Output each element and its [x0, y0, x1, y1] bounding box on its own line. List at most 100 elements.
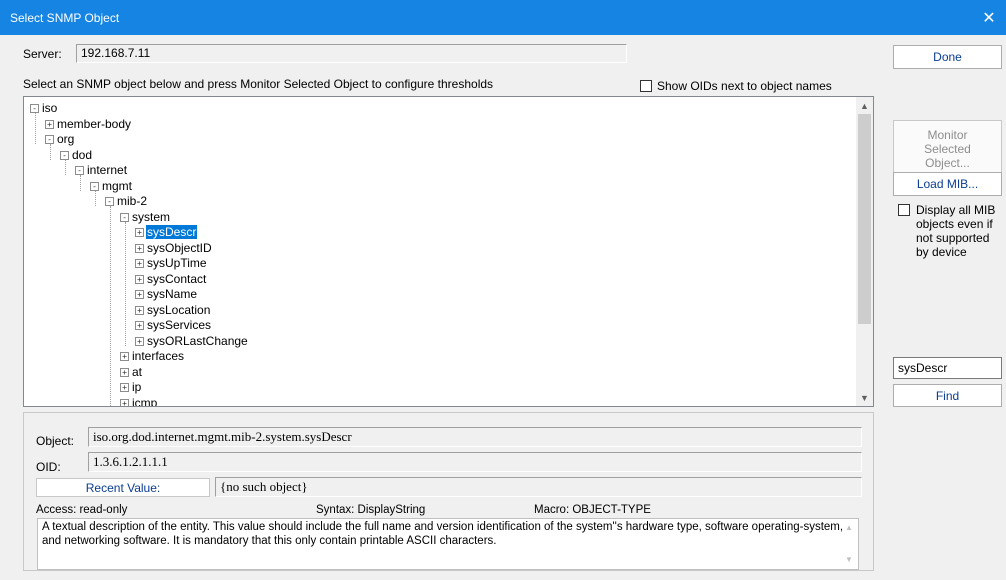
expand-icon[interactable]: +: [135, 321, 144, 330]
tree-node[interactable]: + sysObjectID: [135, 241, 213, 256]
tree-node[interactable]: + sysORLastChange: [135, 334, 249, 349]
tree-node-label: sysDescr: [146, 225, 198, 239]
expand-icon[interactable]: +: [135, 228, 144, 237]
recent-value-text: {no such object}: [220, 479, 308, 494]
expand-icon[interactable]: +: [120, 383, 129, 392]
tree-node-label: sysServices: [147, 318, 212, 332]
done-button[interactable]: Done: [893, 45, 1002, 69]
monitor-line-1: Monitor: [927, 128, 968, 142]
description-textbox[interactable]: A textual description of the entity. Thi…: [37, 518, 859, 570]
scroll-thumb[interactable]: [858, 114, 871, 324]
show-oids-checkbox[interactable]: [640, 80, 652, 92]
expand-icon[interactable]: +: [135, 290, 144, 299]
tree-node-label: sysName: [147, 287, 198, 301]
expand-icon[interactable]: +: [120, 398, 129, 406]
tree-node-label: sysUpTime: [147, 256, 207, 270]
tree-node[interactable]: + icmp: [120, 395, 158, 407]
collapse-icon[interactable]: -: [120, 212, 129, 222]
collapse-icon[interactable]: -: [45, 135, 54, 144]
tree-node-label: system: [132, 209, 171, 224]
collapse-icon[interactable]: -: [30, 104, 39, 113]
collapse-icon[interactable]: -: [105, 197, 114, 206]
expand-icon[interactable]: +: [45, 119, 54, 129]
tree-node[interactable]: - org: [45, 132, 75, 147]
object-details-panel: Object: iso.org.dod.internet.mgmt.mib-2.…: [23, 412, 874, 571]
tree-node-label: internet: [87, 163, 128, 177]
description-text: A textual description of the entity. Thi…: [42, 521, 844, 547]
tree-node[interactable]: - mib-2: [105, 194, 148, 209]
tree-node-label: sysLocation: [147, 302, 211, 317]
tree-node[interactable]: + sysName: [135, 287, 198, 302]
tree-node[interactable]: - dod: [60, 148, 93, 163]
tree-node-label: icmp: [132, 395, 158, 407]
monitor-selected-object-button[interactable]: Monitor Selected Object...: [893, 120, 1002, 178]
expand-icon[interactable]: +: [135, 259, 144, 268]
collapse-icon[interactable]: -: [90, 181, 99, 191]
oid-value: 1.3.6.1.2.1.1.1: [93, 454, 168, 469]
object-label: Object:: [36, 434, 75, 448]
find-button[interactable]: Find: [893, 384, 1002, 407]
tree-node-label: sysORLastChange: [147, 333, 248, 348]
recent-value-field: {no such object}: [215, 477, 862, 497]
display-all-label[interactable]: Display all MIB objects even if not supp…: [916, 203, 1004, 259]
tree-connector: [125, 221, 126, 346]
desc-scroll-down-icon[interactable]: ▼: [845, 553, 853, 567]
description-scrollbar[interactable]: ▲ ▼: [843, 521, 857, 567]
display-all-checkbox[interactable]: [898, 204, 910, 216]
tree-node[interactable]: - internet: [75, 163, 128, 178]
expand-icon[interactable]: +: [135, 243, 144, 253]
scroll-down-icon[interactable]: ▼: [856, 389, 873, 406]
select-snmp-object-dialog: Select SNMP Object ✕ Server: 192.168.7.1…: [0, 0, 1006, 580]
tree-node-label: mgmt: [102, 178, 132, 193]
expand-icon[interactable]: +: [135, 336, 144, 346]
tree-node[interactable]: + member-body: [45, 117, 132, 132]
oid-label: OID:: [36, 460, 61, 474]
close-icon[interactable]: ✕: [972, 0, 1006, 35]
tree-node-label: ip: [132, 380, 142, 394]
object-value: iso.org.dod.internet.mgmt.mib-2.system.s…: [93, 429, 352, 444]
monitor-line-3: Object...: [925, 156, 970, 170]
collapse-icon[interactable]: -: [75, 166, 84, 175]
load-mib-button[interactable]: Load MIB...: [893, 172, 1002, 196]
server-label: Server:: [23, 47, 62, 61]
show-oids-label[interactable]: Show OIDs next to object names: [657, 79, 832, 93]
tree-node-label: member-body: [57, 116, 132, 131]
find-input[interactable]: sysDescr: [893, 357, 1002, 379]
tree-node[interactable]: + ip: [120, 380, 142, 395]
expand-icon[interactable]: +: [135, 305, 144, 315]
tree-node[interactable]: + interfaces: [120, 349, 185, 364]
find-input-value: sysDescr: [898, 361, 948, 375]
tree-node[interactable]: - iso: [30, 101, 58, 116]
tree-connector: [35, 113, 36, 144]
object-field: iso.org.dod.internet.mgmt.mib-2.system.s…: [88, 427, 862, 447]
expand-icon[interactable]: +: [120, 352, 129, 361]
tree-node[interactable]: - system: [120, 210, 171, 225]
tree-node[interactable]: + sysDescr: [135, 225, 198, 240]
title-bar: Select SNMP Object ✕: [0, 0, 1006, 35]
tree-node[interactable]: + sysServices: [135, 318, 212, 333]
tree-node[interactable]: + sysContact: [135, 272, 207, 287]
tree-node[interactable]: - mgmt: [90, 179, 133, 194]
expand-icon[interactable]: +: [135, 274, 144, 284]
tree-node[interactable]: + sysUpTime: [135, 256, 208, 271]
desc-scroll-up-icon[interactable]: ▲: [845, 521, 853, 535]
expand-icon[interactable]: +: [120, 367, 129, 377]
tree-node[interactable]: + sysLocation: [135, 303, 211, 318]
tree-node-label: sysObjectID: [147, 240, 212, 255]
syntax-text: Syntax: DisplayString: [316, 504, 426, 516]
tree-node-label: dod: [72, 147, 93, 162]
snmp-object-tree[interactable]: ▲ ▼ - iso + member-body - org - dod - internet - mg…: [23, 96, 874, 407]
tree-scrollbar[interactable]: ▲ ▼: [856, 97, 873, 406]
collapse-icon[interactable]: -: [60, 150, 69, 160]
tree-node-label: org: [57, 132, 75, 146]
tree-node-label: at: [132, 364, 143, 379]
window-title: Select SNMP Object: [10, 11, 120, 25]
access-text: Access: read-only: [36, 504, 128, 516]
recent-value-button[interactable]: Recent Value:: [36, 478, 210, 497]
monitor-line-2: Selected: [924, 142, 971, 156]
tree-node-label: iso: [42, 101, 58, 115]
server-field: 192.168.7.11: [76, 44, 627, 63]
tree-node[interactable]: + at: [120, 365, 143, 380]
scroll-up-icon[interactable]: ▲: [856, 97, 873, 114]
tree-node-label: interfaces: [132, 349, 185, 363]
